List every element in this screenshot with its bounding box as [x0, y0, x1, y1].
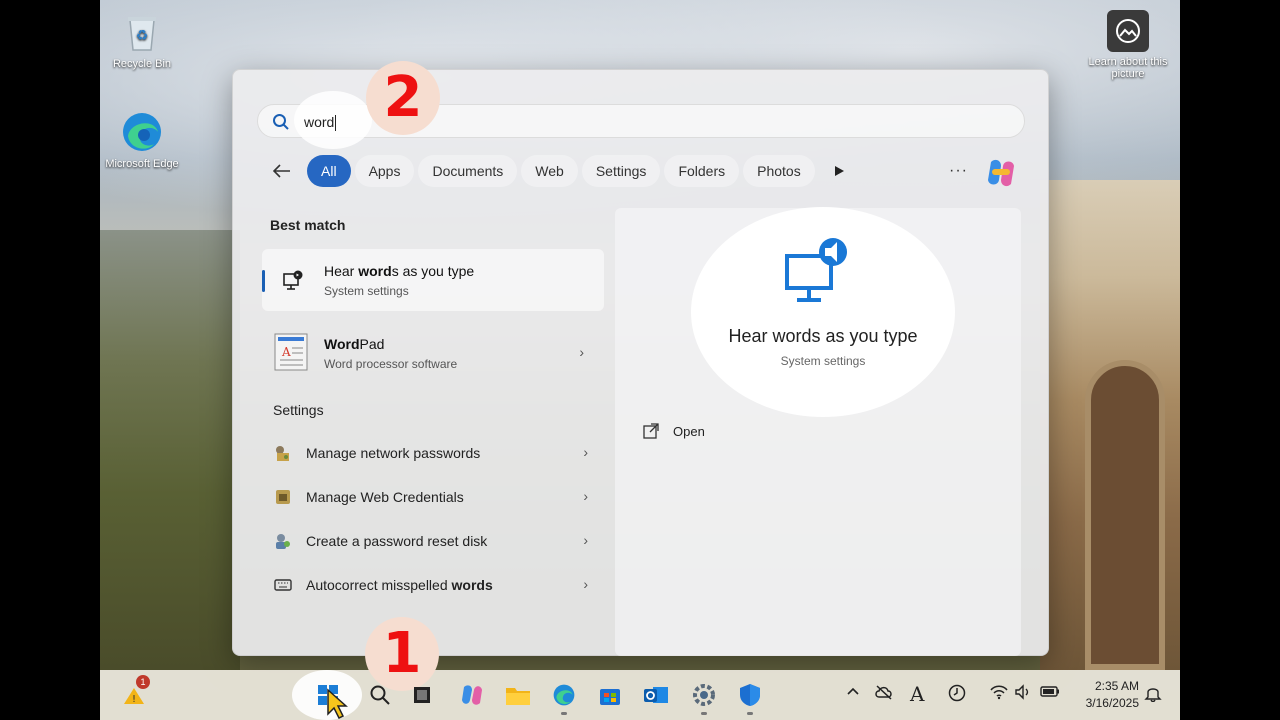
file-explorer-icon[interactable]	[504, 681, 532, 709]
open-label: Open	[673, 424, 705, 439]
setting-manage-network-passwords[interactable]: Manage network passwords ›	[268, 438, 588, 468]
battery-icon[interactable]	[1040, 684, 1060, 702]
credential-manager-icon	[276, 446, 289, 461]
setting-label: Create a password reset disk	[306, 533, 488, 549]
tab-all[interactable]: All	[307, 155, 351, 187]
setting-create-password-reset-disk[interactable]: Create a password reset disk ›	[268, 526, 588, 556]
chevron-right-icon[interactable]: ›	[583, 488, 588, 504]
settings-icon[interactable]	[690, 681, 718, 709]
tab-documents[interactable]: Documents	[418, 155, 518, 187]
setting-manage-web-credentials[interactable]: Manage Web Credentials ›	[268, 482, 588, 512]
desktop-icon-label: Recycle Bin	[112, 58, 172, 70]
copilot-icon[interactable]	[985, 158, 1017, 188]
user-accounts-icon	[276, 534, 290, 549]
result-subtitle: Word processor software	[324, 357, 458, 371]
chevron-right-icon[interactable]: ›	[583, 444, 588, 460]
recycle-bin-icon: ♻	[120, 10, 164, 54]
result-subtitle: System settings	[324, 284, 409, 298]
store-icon[interactable]	[596, 681, 624, 709]
result-wordpad[interactable]: A WordPad Word processor software ›	[262, 322, 604, 384]
step-badge-2: 2	[366, 61, 440, 135]
task-view-icon[interactable]	[408, 681, 436, 709]
result-title: Hear words as you type	[324, 263, 475, 279]
defender-icon[interactable]	[736, 681, 764, 709]
clock-date: 3/16/2025	[1085, 696, 1139, 710]
tab-apps[interactable]: Apps	[354, 155, 415, 187]
tab-folders[interactable]: Folders	[664, 155, 740, 187]
tab-web[interactable]: Web	[521, 155, 578, 187]
search-icon[interactable]	[366, 681, 394, 709]
running-indicator	[747, 712, 753, 715]
best-match-heading: Best match	[270, 217, 346, 233]
wallpaper-hills	[100, 230, 240, 670]
notification-bell-icon[interactable]	[1144, 684, 1164, 704]
copilot-icon[interactable]	[458, 681, 486, 709]
setting-label: Autocorrect misspelled words	[306, 577, 493, 593]
cloud-off-icon[interactable]	[874, 684, 894, 704]
result-title: WordPad	[324, 336, 385, 352]
edge-icon	[120, 110, 164, 154]
volume-icon[interactable]	[1014, 684, 1032, 704]
desktop: ♻ Recycle Bin Microsoft Edge Learn about…	[100, 0, 1180, 720]
outlook-icon[interactable]	[642, 681, 670, 709]
detail-subtitle: System settings	[780, 354, 866, 368]
setting-autocorrect-misspelled-words[interactable]: Autocorrect misspelled words ›	[268, 570, 588, 600]
desktop-icon-label: Microsoft Edge	[105, 158, 179, 170]
taskbar-icons: A 2:35 AM 3/16/2025	[100, 670, 1180, 720]
more-options-button[interactable]: ···	[949, 162, 968, 180]
system-clock[interactable]: 2:35 AM 3/16/2025	[1075, 678, 1139, 712]
chevron-right-icon[interactable]: ›	[579, 344, 584, 360]
detail-title: Hear words as you type	[728, 326, 918, 346]
setting-label: Manage Web Credentials	[306, 489, 464, 505]
result-hear-words[interactable]: Hear words as you type System settings	[262, 249, 604, 311]
desktop-icon-recycle-bin[interactable]: ♻ Recycle Bin	[102, 10, 182, 70]
tab-photos[interactable]: Photos	[743, 155, 815, 187]
font-a-icon[interactable]: A	[910, 682, 924, 706]
selection-indicator	[262, 270, 265, 292]
search-icon	[273, 114, 289, 130]
wifi-icon[interactable]	[990, 684, 1008, 704]
back-arrow-icon[interactable]	[269, 158, 295, 184]
running-indicator	[701, 712, 707, 715]
wordpad-icon: A	[274, 333, 308, 371]
narrator-settings-icon	[283, 270, 303, 290]
svg-text:♻: ♻	[136, 28, 149, 44]
chevron-right-icon[interactable]: ›	[583, 576, 588, 592]
desktop-icon-edge[interactable]: Microsoft Edge	[102, 110, 182, 170]
clock-icon[interactable]	[948, 684, 966, 706]
keyboard-icon	[274, 579, 292, 591]
clock-time: 2:35 AM	[1094, 679, 1139, 693]
open-external-icon	[643, 423, 659, 439]
svg-text:A: A	[281, 345, 291, 359]
setting-label: Manage network passwords	[306, 445, 481, 461]
running-indicator	[561, 712, 567, 715]
credential-vault-icon	[276, 490, 290, 504]
edge-icon[interactable]	[550, 681, 578, 709]
mouse-cursor-icon	[327, 688, 348, 720]
filter-bar: All Apps Documents Web Settings Folders …	[269, 154, 863, 188]
chevron-up-icon[interactable]	[846, 684, 860, 702]
narrator-large-icon	[785, 238, 847, 302]
play-more-tabs-icon[interactable]	[819, 155, 859, 187]
learn-about-picture[interactable]: Learn about this picture	[1087, 10, 1169, 80]
search-query: word	[304, 114, 337, 132]
chevron-right-icon[interactable]: ›	[583, 532, 588, 548]
start-search-panel: word 2 All Apps Documents Web Settings F…	[232, 61, 1049, 656]
tab-settings[interactable]: Settings	[581, 155, 661, 187]
wallpaper-bridge-arch	[1085, 360, 1165, 670]
settings-heading: Settings	[273, 402, 324, 418]
camera-icon	[1107, 10, 1149, 52]
learn-about-label: Learn about this picture	[1088, 56, 1168, 80]
